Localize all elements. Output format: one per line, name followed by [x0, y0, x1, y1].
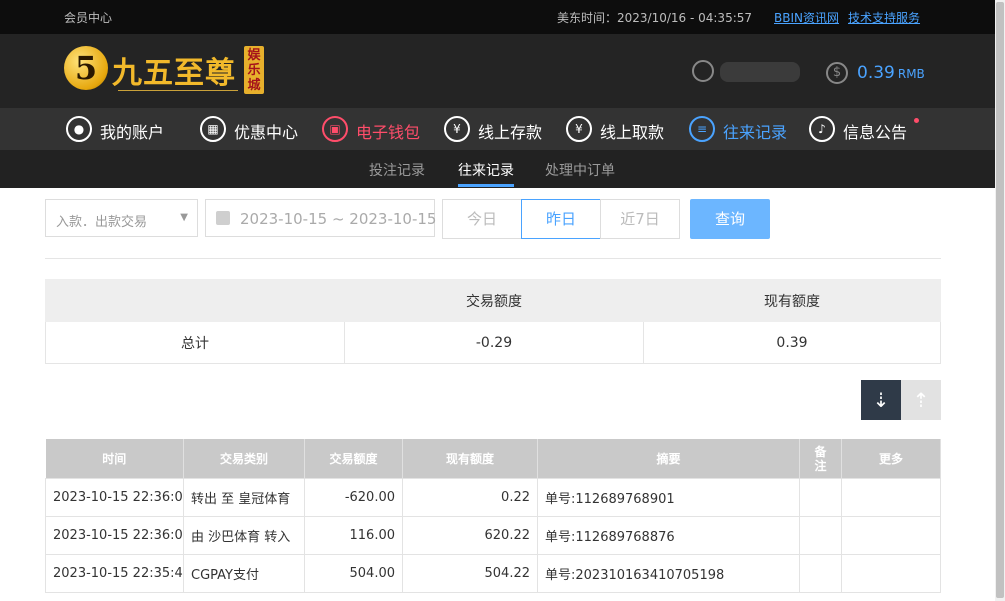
user-icon: ●: [66, 116, 92, 142]
logo-stamp: 娱乐城: [244, 46, 264, 94]
cell-summary: 单号:202310163410705198: [537, 554, 800, 593]
dollar-icon: $: [826, 62, 848, 84]
records-header-row: 时间 交易类别 交易额度 现有额度 摘要 备注 更多: [45, 439, 941, 479]
tab-transaction-records[interactable]: 往来记录: [458, 160, 514, 187]
chevron-down-icon: ▼: [180, 212, 188, 223]
table-row[interactable]: 2023-10-15 22:36:04 转出 至 皇冠体育 -620.00 0.…: [45, 478, 941, 517]
table-row[interactable]: 2023-10-15 22:36:03 由 沙巴体育 转入 116.00 620…: [45, 516, 941, 555]
top-bar: 会员中心 美东时间：2023/10/16 - 04:35:57 BBIN资讯网 …: [0, 0, 995, 34]
account-balance: 0.39 RMB: [857, 63, 925, 83]
cell-balance: 0.22: [402, 478, 538, 517]
cell-remark: [799, 516, 842, 555]
cell-balance: 504.22: [402, 554, 538, 593]
summary-header-blank: [45, 279, 345, 322]
summary-header-balance: 现有额度: [643, 279, 941, 322]
deposit-icon: ¥: [444, 116, 470, 142]
balance-currency: RMB: [897, 67, 925, 81]
cell-summary: 单号:112689768901: [537, 478, 800, 517]
cell-balance: 620.22: [402, 516, 538, 555]
eastern-time-label: 美东时间：2023/10/16 - 04:35:57: [557, 11, 753, 25]
bell-icon: ♪: [809, 116, 835, 142]
cell-time: 2023-10-15 22:36:03: [45, 516, 184, 555]
today-button[interactable]: 今日: [442, 199, 522, 239]
scrollbar-thumb[interactable]: [996, 2, 1004, 598]
cell-type: 转出 至 皇冠体育: [183, 478, 305, 517]
main-nav: ● 我的账户 ▦ 优惠中心 ▣ 电子钱包 ¥ 线上存款 ¥ 线上取款 ≡ 往来记…: [0, 108, 995, 150]
sub-nav: 投注记录 往来记录 处理中订单: [0, 150, 995, 188]
cell-more[interactable]: [841, 478, 941, 517]
summary-table: 交易额度 现有额度 总计 -0.29 0.39: [45, 279, 941, 364]
logo-flourish: [118, 90, 238, 97]
yesterday-button[interactable]: 昨日: [521, 199, 601, 239]
header: 5 九五至尊 娱乐城 $ 0.39 RMB: [0, 34, 995, 108]
col-header-balance[interactable]: 现有额度: [402, 439, 538, 479]
user-icon: [692, 60, 714, 82]
wallet-icon: ▣: [322, 116, 348, 142]
date-range-value: 2023-10-15 ~ 2023-10-15: [240, 210, 437, 228]
cell-more[interactable]: [841, 554, 941, 593]
vertical-scrollbar[interactable]: [995, 0, 1005, 601]
summary-header-row: 交易额度 现有额度: [45, 279, 941, 322]
withdraw-icon: ¥: [566, 116, 592, 142]
cell-type: 由 沙巴体育 转入: [183, 516, 305, 555]
cell-more[interactable]: [841, 516, 941, 555]
cell-amount: -620.00: [304, 478, 403, 517]
query-button[interactable]: 查询: [690, 199, 770, 239]
last-7-days-button[interactable]: 近7日: [600, 199, 680, 239]
cell-amount: 504.00: [304, 554, 403, 593]
col-header-more[interactable]: 更多: [841, 439, 941, 479]
col-header-remark[interactable]: 备注: [799, 439, 842, 479]
bbin-news-link[interactable]: BBIN资讯网: [774, 9, 839, 26]
summary-total-label: 总计: [45, 321, 345, 364]
sort-descending-icon[interactable]: ⇣: [861, 380, 901, 420]
site-logo[interactable]: 5 九五至尊 娱乐城: [64, 44, 264, 98]
calendar-icon: [216, 211, 230, 225]
summary-total-row: 总计 -0.29 0.39: [45, 321, 941, 364]
records-table: 时间 交易类别 交易额度 现有额度 摘要 备注 更多 2023-10-15 22…: [45, 439, 941, 593]
summary-total-amount: -0.29: [344, 321, 644, 364]
notification-dot: [914, 118, 919, 123]
cell-remark: [799, 478, 842, 517]
cell-summary: 单号:112689768876: [537, 516, 800, 555]
cell-remark: [799, 554, 842, 593]
transaction-type-value: 入款．出款交易: [56, 215, 148, 230]
member-center-label: 会员中心: [64, 11, 113, 25]
divider: [45, 258, 941, 259]
col-header-amount[interactable]: 交易额度: [304, 439, 403, 479]
logo-emblem-icon: 5: [64, 46, 108, 90]
col-header-time[interactable]: 时间: [45, 439, 184, 479]
cell-time: 2023-10-15 22:36:04: [45, 478, 184, 517]
cell-amount: 116.00: [304, 516, 403, 555]
date-range-picker[interactable]: 2023-10-15 ~ 2023-10-15: [205, 199, 437, 237]
tab-bet-records[interactable]: 投注记录: [369, 160, 425, 180]
cell-time: 2023-10-15 22:35:48: [45, 554, 184, 593]
cell-type: CGPAY支付: [183, 554, 305, 593]
col-header-summary[interactable]: 摘要: [537, 439, 800, 479]
records-icon: ≡: [689, 116, 715, 142]
balance-amount: 0.39: [857, 63, 895, 83]
redacted-username: [720, 62, 800, 82]
tech-support-link[interactable]: 技术支持服务: [848, 9, 920, 26]
sort-ascending-icon[interactable]: ⇡: [901, 380, 941, 420]
table-row[interactable]: 2023-10-15 22:35:48 CGPAY支付 504.00 504.2…: [45, 554, 941, 593]
transaction-type-select[interactable]: 入款．出款交易 ▼: [45, 199, 198, 237]
gift-icon: ▦: [200, 116, 226, 142]
col-header-type[interactable]: 交易类别: [183, 439, 305, 479]
logo-brand-text: 九五至尊: [112, 56, 236, 91]
summary-header-amount: 交易额度: [344, 279, 644, 322]
summary-total-balance: 0.39: [643, 321, 941, 364]
tab-pending-orders[interactable]: 处理中订单: [545, 160, 615, 180]
